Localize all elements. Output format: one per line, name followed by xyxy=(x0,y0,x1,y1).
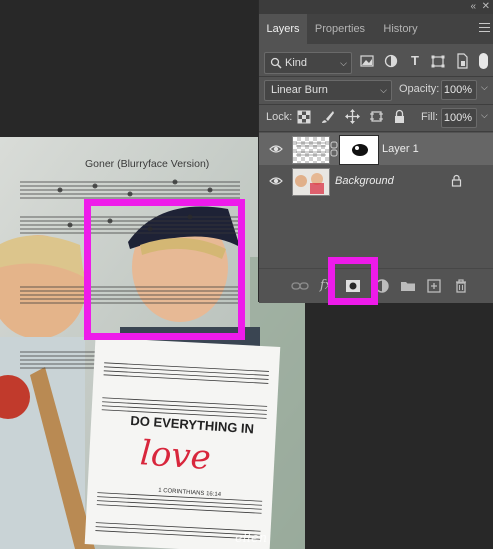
layer-name: Layer 1 xyxy=(382,143,419,155)
lock-artboard-icon[interactable] xyxy=(369,109,384,124)
folder-icon[interactable] xyxy=(399,277,417,295)
filter-adjustment-icon[interactable] xyxy=(383,52,399,70)
opacity-dropdown-icon[interactable]: ⌵ xyxy=(481,82,488,93)
trash-icon[interactable] xyxy=(452,277,470,295)
lock-position-icon[interactable] xyxy=(345,109,360,124)
opacity-value: 100% xyxy=(443,84,472,96)
chevron-down-icon: ⌵ xyxy=(340,58,347,68)
filter-kind-label: Kind xyxy=(285,57,308,69)
background-thumb xyxy=(295,173,324,194)
fill-value: 100% xyxy=(443,112,472,124)
new-layer-icon[interactable] xyxy=(425,277,443,295)
watermark: ellen xyxy=(235,531,267,546)
blend-mode-select[interactable]: Linear Burn ⌵ xyxy=(264,80,392,101)
fill-dropdown-icon[interactable]: ⌵ xyxy=(481,110,488,121)
layer-row-background[interactable]: Background xyxy=(259,165,493,197)
opacity-input[interactable]: 100% xyxy=(441,80,477,100)
music-title: Goner (Blurryface Version) xyxy=(85,158,209,170)
lock-transparent-pixels-icon[interactable] xyxy=(297,110,311,124)
search-icon xyxy=(270,57,282,69)
sheet-music-thumb xyxy=(296,142,326,156)
panel-title-strip: « ✕ xyxy=(259,0,493,14)
panel-tabs: Layers Properties History xyxy=(259,14,493,44)
filter-shape-icon[interactable] xyxy=(430,52,446,70)
filter-type-icon[interactable]: T xyxy=(407,52,423,70)
fill-input[interactable]: 100% xyxy=(441,108,477,128)
tab-properties[interactable]: Properties xyxy=(307,14,373,44)
layer-mask-thumbnail[interactable] xyxy=(339,135,379,165)
lock-icon xyxy=(451,174,462,187)
panel-menu-icon[interactable] xyxy=(479,23,490,33)
lock-all-icon[interactable] xyxy=(393,109,406,124)
filter-kind-select[interactable]: Kind ⌵ xyxy=(264,52,352,74)
tab-layers[interactable]: Layers xyxy=(259,14,307,44)
link-chain-icon[interactable] xyxy=(330,141,338,157)
layer-thumbnail[interactable] xyxy=(292,168,330,196)
chevron-down-icon: ⌵ xyxy=(380,85,387,95)
filter-toggle[interactable] xyxy=(479,53,488,69)
fill-label: Fill: xyxy=(421,111,439,123)
filter-smartobject-icon[interactable] xyxy=(454,52,470,70)
layer-name: Background xyxy=(335,175,394,187)
mask-shape xyxy=(352,144,368,156)
opacity-label: Opacity: xyxy=(399,83,440,95)
poster-script-word: love xyxy=(139,433,212,478)
eye-icon[interactable] xyxy=(269,174,283,188)
close-icon[interactable]: ✕ xyxy=(482,0,490,14)
collapse-panels-icon[interactable]: « xyxy=(470,0,476,14)
lock-image-pixels-icon[interactable] xyxy=(321,110,335,124)
divider xyxy=(259,76,493,77)
tab-history[interactable]: History xyxy=(373,14,428,44)
face-highlight-box xyxy=(84,199,245,340)
link-icon[interactable] xyxy=(291,277,309,295)
filter-pixel-icon[interactable] xyxy=(359,52,375,70)
layer-row-layer-1[interactable]: Layer 1 xyxy=(259,133,493,165)
eye-icon[interactable] xyxy=(269,142,283,156)
divider xyxy=(259,131,493,132)
layer-thumbnail[interactable] xyxy=(292,136,330,164)
lock-label: Lock: xyxy=(266,111,293,123)
divider xyxy=(259,104,493,105)
mask-button-highlight-box xyxy=(328,257,378,305)
blend-mode-value: Linear Burn xyxy=(271,84,328,96)
